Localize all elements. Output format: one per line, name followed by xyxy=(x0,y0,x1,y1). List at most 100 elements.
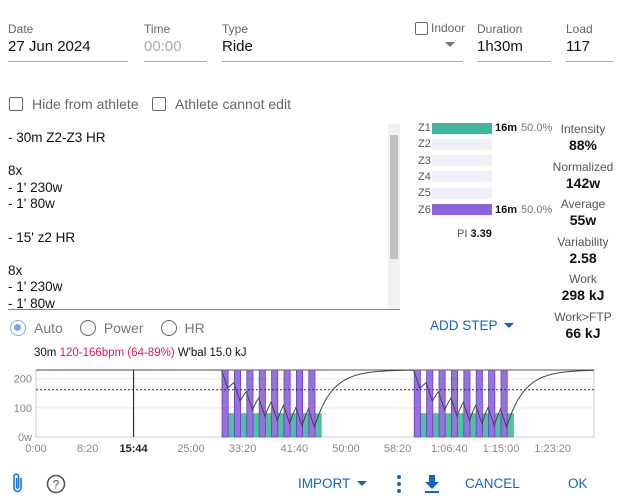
load-label: Load xyxy=(566,22,593,36)
stat-value: 66 kJ xyxy=(565,324,601,341)
y-tick-label: 100 xyxy=(14,403,32,415)
x-tick-label: 41:40 xyxy=(281,443,309,455)
power-bar xyxy=(444,413,452,438)
load-input[interactable]: 117 xyxy=(566,38,590,55)
more-vert-icon[interactable] xyxy=(395,474,403,494)
time-label: Time xyxy=(144,22,171,36)
duration-underline xyxy=(477,61,551,62)
stat-normalized: Normalized 142w xyxy=(545,160,621,191)
target-mode-radio-group[interactable]: Auto Power HR xyxy=(10,320,222,336)
power-bar xyxy=(252,413,260,438)
chart-wbal: W'bal 15.0 kJ xyxy=(177,347,247,359)
chevron-down-icon[interactable] xyxy=(445,42,455,47)
checkbox-icon[interactable] xyxy=(152,97,166,111)
caret-down-icon xyxy=(357,481,368,486)
download-icon[interactable] xyxy=(424,474,440,494)
zone-row-z5: Z5 xyxy=(418,187,499,199)
workout-line: - 30m Z2-Z3 HR xyxy=(8,130,106,145)
import-button[interactable]: IMPORT xyxy=(298,476,368,491)
radio-label: HR xyxy=(184,320,205,336)
zone-bar xyxy=(432,187,492,199)
stat-label: Work>FTP xyxy=(554,309,612,324)
date-label: Date xyxy=(8,22,34,36)
stat-value: 88% xyxy=(568,137,598,153)
pi-readout: PI 3.39 xyxy=(457,228,492,240)
workout-line: - 15' z2 HR xyxy=(8,229,76,245)
radio-icon[interactable] xyxy=(10,320,26,336)
indoor-checkbox[interactable]: Indoor xyxy=(415,21,465,35)
workout-chart[interactable]: 0w1002000:00 8:20 15:44 25:00 33:20 41:40 50:0… xyxy=(0,360,625,460)
stat-value: 55w xyxy=(569,212,597,228)
radio-icon[interactable] xyxy=(79,320,96,336)
power-bar xyxy=(420,413,427,438)
y-tick-label: 200 xyxy=(14,374,32,386)
stat-work: Work 298 kJ xyxy=(545,272,621,303)
x-tick-label: 15:44 xyxy=(119,443,148,455)
zone-bar xyxy=(432,122,492,134)
zone-row-z4: Z4 xyxy=(418,171,499,183)
stat-label: Variability xyxy=(557,234,609,249)
x-tick-label: 1:06:40 xyxy=(431,443,468,455)
stat-intensity: Intensity 88% xyxy=(545,122,621,153)
zone-bar xyxy=(432,155,492,167)
x-tick-label: 58:20 xyxy=(384,443,412,455)
zone-name: Z1 xyxy=(418,122,431,134)
stat-label: Intensity xyxy=(560,122,606,136)
stat-label: Work xyxy=(569,272,597,286)
pi-value: 3.39 xyxy=(470,228,492,240)
chart-hr-range: 120-166bpm (64-89%) xyxy=(59,347,175,359)
workout-line: 8x xyxy=(8,163,23,179)
import-label: IMPORT xyxy=(298,476,351,491)
radio-hr[interactable]: HR xyxy=(160,320,205,336)
paperclip-icon[interactable] xyxy=(10,472,26,494)
workout-line: - 1' 230w xyxy=(8,179,63,195)
zone-row-z6: Z6 16m 50.0% xyxy=(418,204,552,216)
scrollbar-thumb[interactable] xyxy=(390,135,398,259)
zone-bar xyxy=(432,171,492,183)
radio-power[interactable]: Power xyxy=(79,320,144,336)
power-bar xyxy=(488,369,496,438)
help-circle-icon[interactable]: ? xyxy=(46,474,66,494)
power-bar xyxy=(271,369,279,438)
stat-label: Normalized xyxy=(552,159,614,174)
date-input[interactable]: 27 Jun 2024 xyxy=(8,38,91,55)
power-bar xyxy=(240,413,248,438)
scrollbar[interactable] xyxy=(388,124,400,309)
workout-line xyxy=(8,213,400,230)
svg-text:?: ? xyxy=(53,478,60,492)
load-underline xyxy=(566,61,613,62)
zone-bar xyxy=(432,138,492,150)
zone-bar xyxy=(432,204,492,215)
power-bar xyxy=(233,369,241,438)
radio-icon[interactable] xyxy=(160,320,177,336)
zone-row-z1: Z1 16m 50.0% xyxy=(418,122,552,134)
hide-from-athlete-checkbox[interactable]: Hide from athlete xyxy=(9,96,139,112)
stat-value: 142w xyxy=(565,174,601,191)
time-underline xyxy=(144,61,207,62)
power-bar xyxy=(426,369,434,438)
power-bar xyxy=(283,369,291,438)
type-select[interactable]: Ride xyxy=(222,38,253,55)
radio-label: Power xyxy=(103,320,144,336)
add-step-button[interactable]: ADD STEP xyxy=(430,318,514,333)
zone-name: Z3 xyxy=(418,154,431,167)
radio-auto[interactable]: Auto xyxy=(10,320,63,336)
stat-average: Average 55w xyxy=(545,197,621,228)
power-bar xyxy=(265,413,272,438)
workout-line: - 1' 80w xyxy=(8,196,55,212)
time-input[interactable]: 00:00 xyxy=(144,38,182,55)
power-bar xyxy=(302,413,310,438)
workout-textarea[interactable]: - 30m Z2-Z3 HR 8x - 1' 230w - 1' 80w - 15' z… xyxy=(8,124,400,310)
type-label: Type xyxy=(222,22,249,36)
ok-button[interactable]: OK xyxy=(568,476,588,491)
athlete-cannot-edit-checkbox[interactable]: Athlete cannot edit xyxy=(152,96,291,112)
duration-input[interactable]: 1h30m xyxy=(477,38,523,55)
zone-row-z2: Z2 xyxy=(418,138,499,150)
checkbox-icon[interactable] xyxy=(9,97,23,111)
x-tick-label: 50:00 xyxy=(332,443,360,455)
stat-variability: Variability 2.58 xyxy=(545,235,621,266)
workout-text[interactable]: - 30m Z2-Z3 HR 8x - 1' 230w - 1' 80w - 15' z… xyxy=(8,124,400,309)
cancel-button[interactable]: CANCEL xyxy=(465,476,520,491)
zone-time: 16m xyxy=(495,203,518,216)
checkbox-icon[interactable] xyxy=(415,21,428,35)
